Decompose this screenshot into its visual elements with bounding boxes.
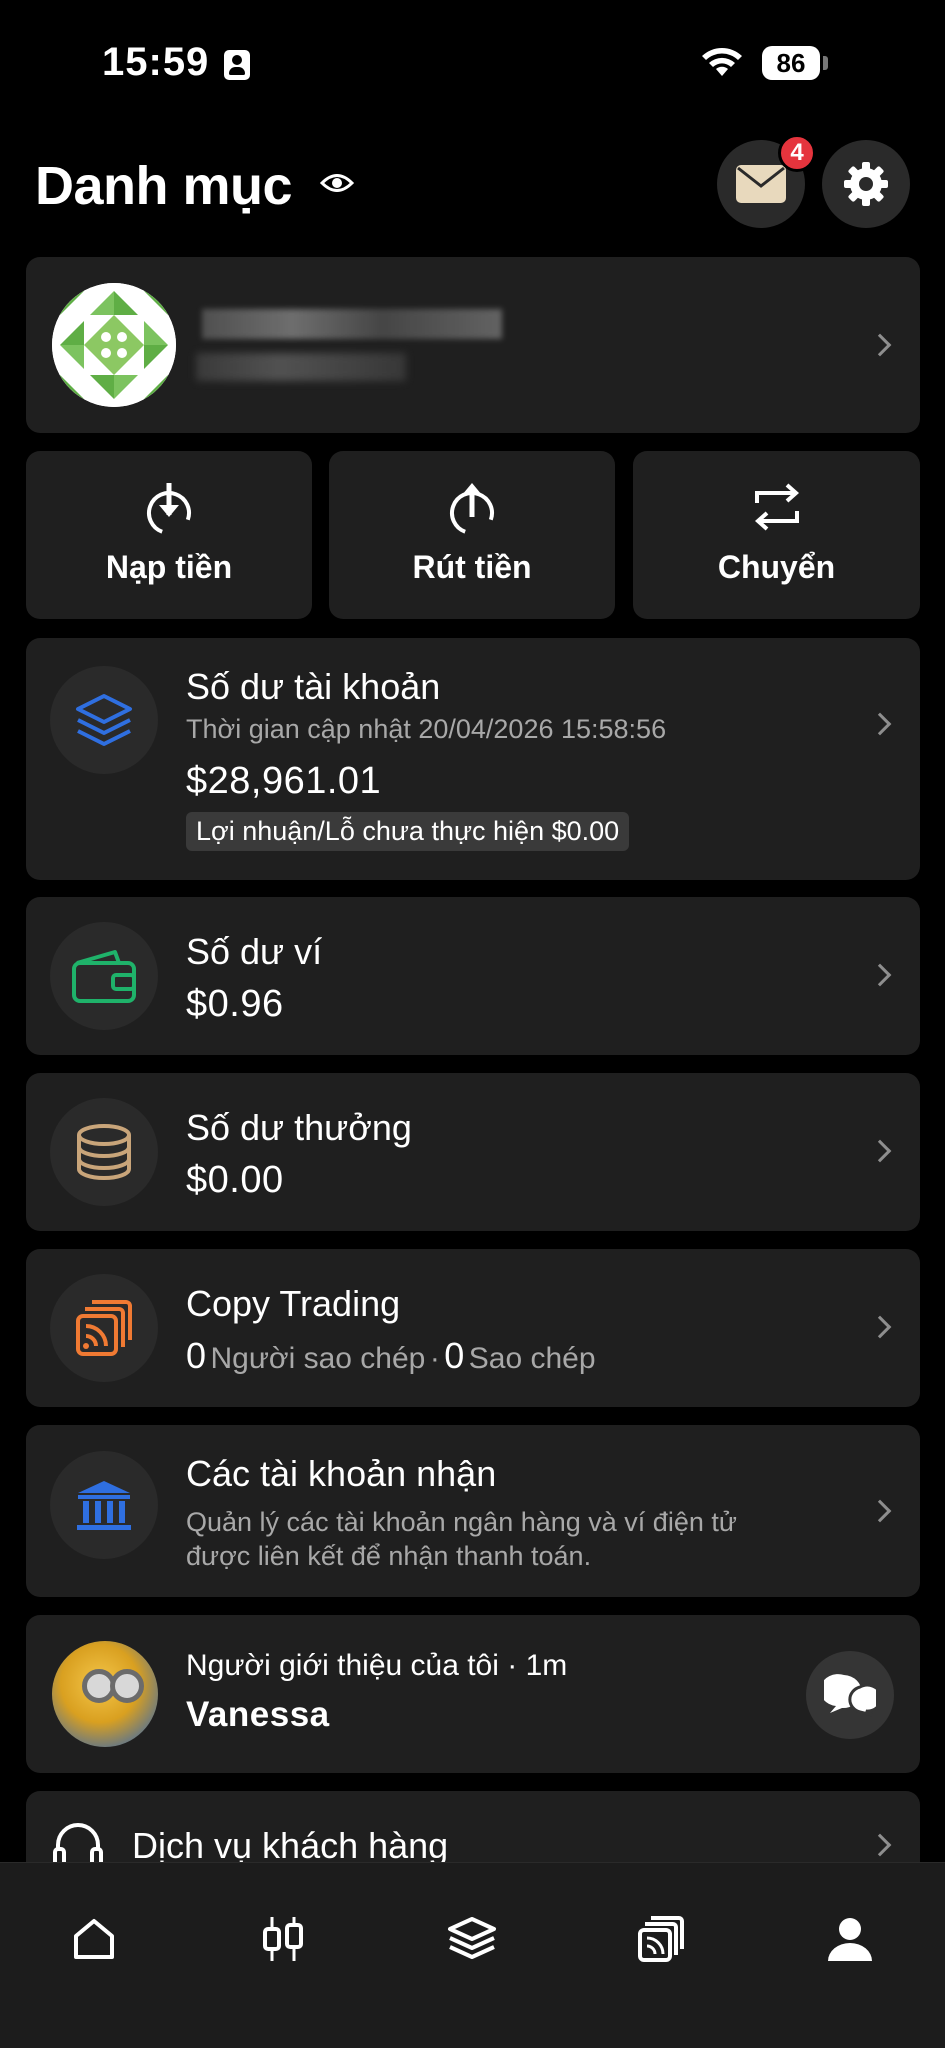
transfer-icon — [754, 483, 799, 531]
blurred-username — [202, 309, 502, 339]
referrer-name: Vanessa — [186, 1695, 330, 1734]
copy-trading-icon — [76, 1300, 132, 1356]
avatar-goggle — [110, 1669, 144, 1703]
wallet-icon-wrap — [50, 922, 158, 1030]
referrer-label: Người giới thiệu của tôi · 1m — [186, 1649, 568, 1682]
balance-amount: $28,961.01 — [186, 760, 382, 802]
copiers-count: 0 — [186, 1335, 207, 1376]
deposit-button[interactable]: Nạp tiền — [26, 451, 312, 619]
balance-title: Số dư tài khoản — [186, 666, 441, 707]
mail-icon — [736, 165, 786, 203]
tab-copy-trading[interactable] — [625, 1903, 697, 1975]
tab-profile[interactable] — [814, 1903, 886, 1975]
blurred-account-id — [196, 353, 406, 381]
status-bar: 15:59 86 — [0, 0, 945, 120]
avatar-pattern — [52, 283, 176, 407]
copy-trading-card[interactable]: Copy Trading 0 Người sao chép · 0 Sao ch… — [26, 1249, 920, 1407]
wallet-title: Số dư ví — [186, 931, 323, 972]
layers-icon-wrap — [50, 666, 158, 774]
copy-trading-icon-wrap — [50, 1274, 158, 1382]
receiving-accounts-desc-2: được liên kết để nhận thanh toán. — [186, 1541, 592, 1571]
bottom-tab-bar — [0, 1862, 945, 2048]
profile-card[interactable] — [26, 257, 920, 433]
balance-updated: Thời gian cập nhật 20/04/2026 15:58:56 — [186, 714, 667, 744]
eye-icon[interactable] — [320, 168, 354, 198]
bank-icon-wrap — [50, 1451, 158, 1559]
withdraw-icon — [450, 483, 494, 535]
bonus-amount: $0.00 — [186, 1159, 284, 1201]
battery-tip — [823, 56, 828, 70]
chevron-right-icon — [868, 333, 892, 357]
deposit-label: Nạp tiền — [105, 549, 233, 585]
coins-icon — [77, 1124, 131, 1180]
copy-trading-stats: 0 Người sao chép · 0 Sao chép — [186, 1335, 596, 1377]
candlestick-icon — [263, 1917, 303, 1961]
battery-indicator: 86 — [762, 46, 820, 80]
profile-icon — [828, 1918, 872, 1961]
withdraw-button[interactable]: Rút tiền — [329, 451, 615, 619]
bonus-title: Số dư thưởng — [186, 1107, 412, 1148]
avatar — [52, 283, 176, 407]
chevron-right-icon — [868, 1499, 892, 1523]
copies-count: 0 — [444, 1335, 465, 1376]
tab-markets[interactable] — [247, 1903, 319, 1975]
page-title: Danh mục — [35, 156, 293, 216]
layers-icon — [448, 1917, 496, 1959]
chevron-right-icon — [868, 1833, 892, 1857]
coins-icon-wrap — [50, 1098, 158, 1206]
chevron-right-icon — [868, 1139, 892, 1163]
withdraw-label: Rút tiền — [412, 549, 532, 585]
deposit-icon — [147, 483, 191, 535]
chat-button[interactable] — [806, 1651, 894, 1739]
status-time: 15:59 — [102, 40, 210, 84]
gear-icon — [844, 162, 888, 206]
chevron-right-icon — [868, 1315, 892, 1339]
receiving-accounts-card[interactable]: Các tài khoản nhận Quản lý các tài khoản… — [26, 1425, 920, 1597]
wallet-icon — [72, 950, 136, 1003]
unrealized-pnl: Lợi nhuận/Lỗ chưa thực hiện $0.00 — [186, 812, 630, 851]
chevron-right-icon — [868, 963, 892, 987]
wallet-balance-card[interactable]: Số dư ví $0.96 — [26, 897, 920, 1055]
tab-home[interactable] — [58, 1903, 130, 1975]
mail-badge: 4 — [778, 134, 816, 172]
page-header: Danh mục 4 — [0, 130, 945, 240]
wallet-amount: $0.96 — [186, 983, 284, 1025]
tab-portfolio[interactable] — [436, 1903, 508, 1975]
receiving-accounts-title: Các tài khoản nhận — [186, 1453, 497, 1494]
support-label: Dịch vụ khách hàng — [132, 1825, 449, 1866]
stats-separator: · — [429, 1342, 440, 1375]
chat-bubble-icon — [824, 1674, 876, 1717]
copiers-label: Người sao chép — [210, 1342, 426, 1375]
chevron-right-icon — [868, 712, 892, 736]
receiving-accounts-desc-1: Quản lý các tài khoản ngân hàng và ví đi… — [186, 1507, 737, 1537]
transfer-button[interactable]: Chuyển — [633, 451, 920, 619]
bonus-balance-card[interactable]: Số dư thưởng $0.00 — [26, 1073, 920, 1231]
focus-person-icon — [224, 50, 250, 80]
referrer-card[interactable]: Người giới thiệu của tôi · 1m Vanessa — [26, 1615, 920, 1773]
referrer-avatar — [52, 1641, 158, 1747]
layers-icon — [76, 694, 132, 746]
settings-button[interactable] — [822, 140, 910, 228]
wifi-icon — [702, 48, 742, 76]
home-icon — [74, 1919, 114, 1959]
copy-trading-icon — [638, 1916, 684, 1962]
copies-label: Sao chép — [468, 1342, 596, 1375]
account-balance-card[interactable]: Số dư tài khoản Thời gian cập nhật 20/04… — [26, 638, 920, 880]
bank-icon — [77, 1481, 131, 1530]
transfer-label: Chuyển — [717, 549, 836, 585]
copy-trading-title: Copy Trading — [186, 1283, 401, 1324]
